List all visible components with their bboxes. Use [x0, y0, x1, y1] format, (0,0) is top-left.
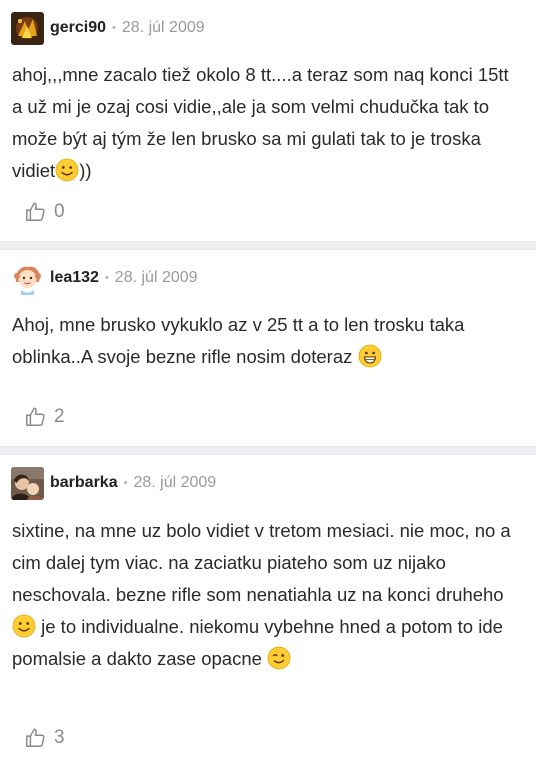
comment-card: lea132 • 28. júl 2009 Ahoj, mne brusko v… — [0, 250, 536, 446]
comment-text-part1: sixtine, na mne uz bolo vidiet v tretom … — [12, 520, 511, 605]
like-button[interactable]: 2 — [24, 406, 65, 428]
username[interactable]: gerci90 — [50, 19, 106, 37]
smile-emoji — [12, 614, 36, 638]
user-avatar[interactable] — [11, 466, 44, 500]
like-count: 0 — [54, 201, 65, 222]
username[interactable]: barbarka — [50, 474, 118, 492]
comment-date: 28. júl 2009 — [114, 269, 198, 286]
like-button[interactable]: 3 — [24, 727, 65, 749]
wink-emoji — [267, 646, 291, 670]
comment-header: lea132 • 28. júl 2009 — [11, 250, 522, 306]
comment-date: 28. júl 2009 — [133, 474, 217, 491]
comment-text: Ahoj, mne brusko vykuklo az v 25 tt a to… — [12, 309, 522, 373]
comment-text: ahoj,,,mne zacalo tiež okolo 8 tt....a t… — [12, 59, 522, 187]
separator-dot: • — [104, 272, 109, 284]
like-count: 2 — [54, 406, 65, 427]
separator-dot: • — [112, 22, 116, 34]
comment-divider — [0, 241, 536, 250]
comment-header: gerci90 • 28. júl 2009 — [11, 0, 522, 56]
user-avatar[interactable] — [11, 261, 44, 295]
comment-header: barbarka • 28. júl 2009 — [11, 455, 522, 511]
comment-date: 28. júl 2009 — [121, 19, 205, 36]
comment-card: gerci90 • 28. júl 2009 ahoj,,,mne zacalo… — [0, 0, 536, 241]
comment-text-body: Ahoj, mne brusko vykuklo az v 25 tt a to… — [12, 314, 465, 367]
comment-text-tail: )) — [79, 160, 92, 181]
grin-emoji — [358, 344, 381, 368]
thumbs-up-icon — [26, 728, 45, 747]
comment-divider — [0, 446, 536, 455]
comment-text-part2: je to individualne. niekomu vybehne hned… — [12, 616, 503, 669]
like-count: 3 — [54, 727, 65, 748]
like-button[interactable]: 0 — [24, 201, 65, 223]
smile-emoji — [55, 158, 79, 182]
username[interactable]: lea132 — [50, 269, 99, 287]
thumbs-up-icon — [26, 407, 45, 426]
separator-dot: • — [123, 477, 128, 489]
comment-card: barbarka • 28. júl 2009 sixtine, na mne … — [0, 455, 536, 767]
user-avatar[interactable] — [11, 11, 44, 45]
thumbs-up-icon — [26, 202, 45, 221]
comment-text: sixtine, na mne uz bolo vidiet v tretom … — [12, 515, 522, 675]
